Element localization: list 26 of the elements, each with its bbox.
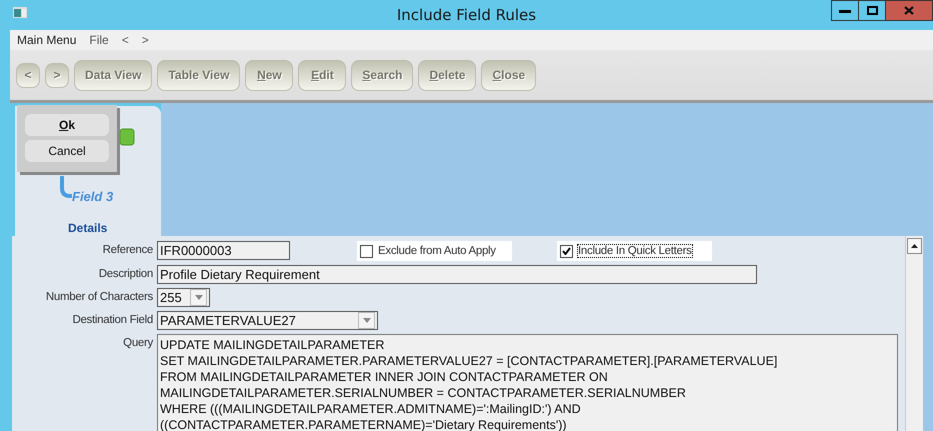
menu-item[interactable]: > bbox=[142, 33, 149, 47]
cancel-button[interactable]: Cancel bbox=[25, 140, 109, 162]
app-icon bbox=[13, 7, 27, 18]
scroll-up-icon[interactable] bbox=[907, 238, 922, 254]
field-label: Description bbox=[98, 267, 154, 282]
checkbox[interactable] bbox=[560, 244, 573, 258]
characters-dropdown[interactable]: 255 bbox=[157, 288, 210, 307]
window-title: Include Field Rules bbox=[396, 6, 536, 24]
destination-dropdown[interactable]: PARAMETERVALUE27 bbox=[157, 311, 378, 330]
close-icon[interactable] bbox=[885, 0, 933, 21]
field-label: Number of Characters bbox=[44, 290, 154, 305]
ok-button[interactable]: Ok bbox=[25, 114, 109, 136]
reference-field[interactable]: IFR0000003 bbox=[157, 241, 290, 260]
field-label: Field 3 bbox=[72, 189, 114, 204]
maximize-icon[interactable] bbox=[858, 0, 885, 21]
menu-item[interactable]: < bbox=[122, 33, 129, 47]
description-field[interactable]: Profile Dietary Requirement bbox=[157, 265, 757, 284]
menu-item[interactable]: File bbox=[89, 33, 109, 47]
minimize-icon[interactable] bbox=[831, 0, 858, 21]
field-label: Destination Field bbox=[71, 313, 154, 328]
checkbox[interactable] bbox=[360, 244, 373, 258]
scrollbar[interactable] bbox=[905, 236, 923, 431]
section-caption: Details bbox=[68, 221, 108, 235]
menu-item[interactable]: Main Menu bbox=[17, 33, 76, 47]
field-label: Reference bbox=[102, 243, 154, 258]
field-label: Query bbox=[122, 336, 154, 351]
